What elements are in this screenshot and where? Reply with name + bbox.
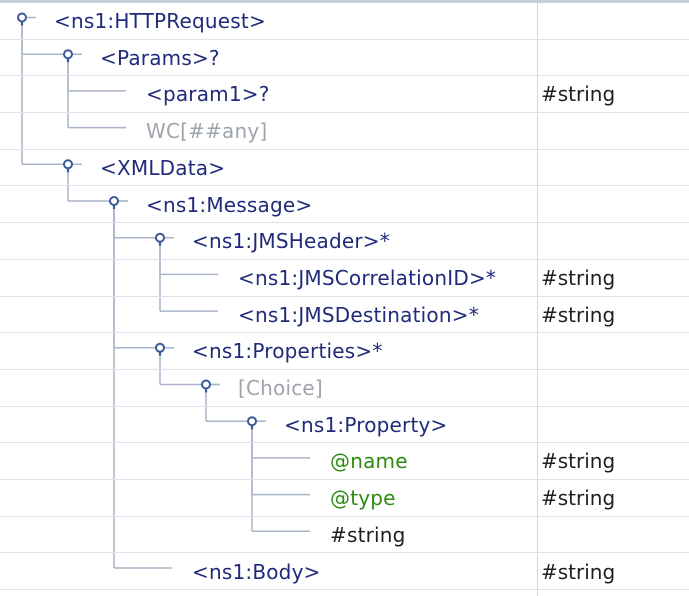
tree-row[interactable]: <XMLData>: [0, 150, 689, 187]
tree-node-label: <ns1:Message>: [146, 192, 313, 217]
tree-node-label: <XMLData>: [100, 155, 226, 180]
tree-node-label: WC[##any]: [146, 119, 268, 144]
tree-row[interactable]: <Params>?: [0, 40, 689, 77]
tree-row[interactable]: WC[##any]: [0, 113, 689, 150]
tree-node-label: <Params>?: [100, 45, 220, 70]
tree-node-label: <param1>?: [146, 82, 270, 107]
tree-node-label: @name: [330, 449, 408, 474]
tree-row[interactable]: <ns1:Message>: [0, 187, 689, 224]
tree-node-label: <ns1:JMSCorrelationID>*: [238, 265, 497, 290]
tree-node-type: #string: [541, 559, 616, 584]
tree-node-label: <ns1:JMSDestination>*: [238, 302, 479, 327]
tree-node-label: <ns1:HTTPRequest>: [54, 9, 266, 33]
tree-row[interactable]: #string: [0, 517, 689, 554]
tree-row[interactable]: <ns1:JMSHeader>*: [0, 223, 689, 260]
tree-row[interactable]: <ns1:JMSCorrelationID>* #string: [0, 260, 689, 297]
tree-row[interactable]: <ns1:Body> #string: [0, 554, 689, 591]
tree-row[interactable]: <ns1:HTTPRequest>: [0, 3, 689, 40]
tree-node-type: #string: [541, 82, 616, 107]
tree-node-label: <ns1:JMSHeader>*: [192, 229, 390, 254]
tree-row[interactable]: [Choice]: [0, 370, 689, 407]
tree-row[interactable]: @type #string: [0, 480, 689, 517]
tree-node-type: #string: [541, 265, 616, 290]
tree-node-type: #string: [541, 486, 616, 511]
tree-node-type: #string: [541, 449, 616, 474]
tree-node-label: <ns1:Body>: [192, 559, 321, 584]
tree-node-label: [Choice]: [238, 376, 323, 400]
tree-node-label: #string: [330, 522, 406, 547]
tree-row[interactable]: @name #string: [0, 443, 689, 481]
tree-row[interactable]: <ns1:Property>: [0, 407, 689, 444]
schema-tree: <ns1:HTTPRequest> <Params>? <param1>? #stri…: [0, 0, 689, 596]
tree-node-label: @type: [330, 486, 396, 511]
tree-row[interactable]: <param1>? #string: [0, 76, 689, 114]
tree-row[interactable]: <ns1:Properties>*: [0, 333, 689, 370]
tree-node-label: <ns1:Properties>*: [192, 339, 383, 364]
tree-row[interactable]: <ns1:JMSDestination>* #string: [0, 297, 689, 334]
tree-node-label: <ns1:Property>: [284, 412, 448, 437]
tree-node-type: #string: [541, 302, 616, 327]
